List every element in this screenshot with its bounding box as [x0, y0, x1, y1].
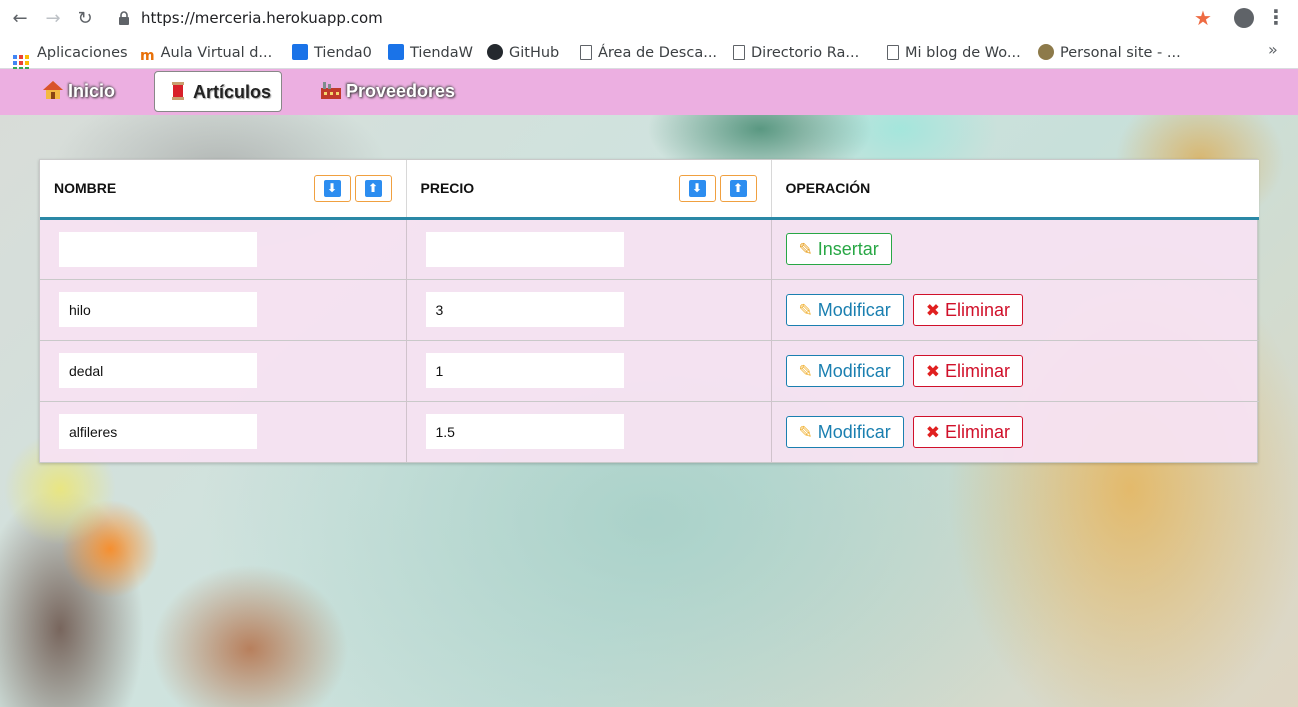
house-icon — [43, 81, 63, 99]
nombre-input[interactable] — [59, 414, 257, 450]
bookmarks-overflow-button[interactable]: » — [1268, 40, 1278, 59]
account-avatar-icon[interactable] — [1234, 8, 1254, 28]
bookmarks-bar: Aplicaciones m Aula Virtual d... Tienda0 … — [0, 37, 1298, 71]
app-navbar: Inicio Artículos Proveedores — [0, 69, 1298, 115]
store-icon — [388, 44, 404, 60]
bookmark-mi-blog[interactable]: Mi blog de Wo... — [887, 42, 1021, 64]
bookmark-aula-virtual[interactable]: m Aula Virtual d... — [140, 42, 272, 64]
lock-icon — [119, 11, 129, 25]
bookmark-area-descargas[interactable]: Área de Desca... — [580, 42, 717, 64]
sort-precio-desc-button[interactable]: ⬇ — [678, 175, 716, 202]
nombre-input[interactable] — [59, 353, 257, 388]
table-row: ✎Modificar✖Eliminar — [40, 340, 1259, 401]
nav-label: Proveedores — [346, 81, 456, 101]
pencil-icon: ✎ — [798, 240, 813, 260]
header-operacion: OPERACIÓN — [771, 160, 1259, 218]
delete-button[interactable]: ✖ Eliminar — [912, 354, 1024, 387]
button-label: Eliminar — [945, 299, 1011, 320]
factory-icon — [321, 82, 341, 99]
delete-button[interactable]: ✖ Eliminar — [912, 293, 1024, 326]
memo-icon: ✎ — [798, 422, 813, 443]
github-icon — [487, 44, 503, 60]
bookmark-label: Tienda0 — [314, 45, 372, 61]
address-bar-row: ← → ↻ https://merceria.herokuapp.com ★ ⋮ — [0, 0, 1298, 37]
precio-input[interactable] — [425, 292, 624, 327]
bookmark-aplicaciones[interactable]: Aplicaciones — [13, 42, 128, 71]
sort-controls: ⬇ ⬆ — [678, 175, 757, 202]
bookmark-label: GitHub — [509, 45, 560, 61]
memo-icon: ✎ — [798, 361, 813, 382]
table-header-row: NOMBRE ⬇ ⬆ PRECIO ⬇ ⬆ OPERACIÓN — [40, 160, 1259, 218]
header-nombre: NOMBRE ⬇ ⬆ — [40, 160, 407, 218]
bookmark-label: Aplicaciones — [37, 45, 128, 61]
arrow-down-icon: ⬇ — [688, 180, 706, 197]
header-label: PRECIO — [420, 180, 475, 197]
insert-button[interactable]: ✎ Insertar — [785, 233, 892, 265]
bookmark-label: Directorio Ra... — [751, 45, 860, 61]
nav-label: Inicio — [68, 81, 116, 101]
thread-spool-icon — [172, 82, 184, 100]
site-icon — [1038, 44, 1054, 60]
new-nombre-input[interactable] — [59, 231, 257, 267]
header-label: OPERACIÓN — [785, 180, 871, 197]
table-row-new: ✎ Insertar — [40, 218, 1259, 279]
nav-articulos[interactable]: Artículos — [154, 71, 282, 112]
table-row: ✎Modificar✖Eliminar — [40, 401, 1259, 462]
bookmark-github[interactable]: GitHub — [487, 42, 559, 64]
bookmark-tienda0[interactable]: Tienda0 — [292, 42, 372, 64]
bookmark-star-icon[interactable]: ★ — [1194, 6, 1212, 30]
button-label: Eliminar — [945, 421, 1011, 442]
document-icon — [887, 45, 899, 60]
arrow-down-icon: ⬇ — [323, 180, 341, 197]
sort-controls: ⬇ ⬆ — [313, 175, 392, 202]
forward-arrow-icon[interactable]: → — [41, 7, 65, 31]
modify-button[interactable]: ✎ Modificar — [785, 293, 904, 326]
arrow-up-icon: ⬆ — [364, 180, 382, 197]
store-icon — [292, 44, 308, 60]
table-row: ✎Modificar✖Eliminar — [40, 279, 1259, 340]
header-precio: PRECIO ⬇ ⬆ — [406, 160, 772, 218]
reload-icon[interactable]: ↻ — [73, 7, 97, 31]
sort-nombre-asc-button[interactable]: ⬆ — [354, 175, 392, 202]
cross-mark-icon: ✖ — [925, 300, 941, 321]
delete-button[interactable]: ✖ Eliminar — [912, 415, 1024, 448]
memo-icon: ✎ — [798, 300, 813, 321]
modify-button[interactable]: ✎ Modificar — [785, 415, 904, 448]
nav-inicio[interactable]: Inicio — [30, 71, 127, 112]
arrow-up-icon: ⬆ — [729, 180, 747, 197]
url-field[interactable]: https://merceria.herokuapp.com — [141, 9, 383, 27]
bookmark-label: Aula Virtual d... — [160, 45, 273, 61]
modify-button[interactable]: ✎ Modificar — [785, 354, 904, 387]
button-label: Modificar — [817, 299, 891, 320]
button-label: Eliminar — [945, 360, 1011, 381]
cross-mark-icon: ✖ — [925, 422, 941, 443]
browser-chrome: ← → ↻ https://merceria.herokuapp.com ★ ⋮… — [0, 0, 1298, 71]
new-precio-input[interactable] — [425, 231, 624, 267]
bookmark-label: Personal site - ... — [1060, 45, 1181, 61]
precio-input[interactable] — [425, 353, 624, 388]
bookmark-directorio[interactable]: Directorio Ra... — [733, 42, 859, 64]
back-arrow-icon[interactable]: ← — [8, 7, 32, 31]
nombre-input[interactable] — [59, 292, 257, 327]
bookmark-label: TiendaW — [410, 45, 473, 61]
bookmark-label: Mi blog de Wo... — [905, 45, 1021, 61]
bookmark-label: Área de Desca... — [598, 45, 718, 61]
bookmark-tiendaw[interactable]: TiendaW — [388, 42, 473, 64]
button-label: Modificar — [817, 421, 891, 442]
sort-nombre-desc-button[interactable]: ⬇ — [313, 175, 351, 202]
articles-table: NOMBRE ⬇ ⬆ PRECIO ⬇ ⬆ OPERACIÓN ✎ Insert… — [39, 159, 1259, 463]
sort-precio-asc-button[interactable]: ⬆ — [719, 175, 757, 202]
button-label: Modificar — [817, 360, 891, 381]
document-icon — [580, 45, 592, 60]
button-label: Insertar — [817, 239, 879, 259]
nav-proveedores[interactable]: Proveedores — [308, 71, 467, 112]
header-label: NOMBRE — [54, 180, 117, 197]
bookmark-personal-site[interactable]: Personal site - ... — [1038, 42, 1181, 64]
moodle-icon: m — [140, 48, 155, 64]
precio-input[interactable] — [425, 414, 624, 450]
document-icon — [733, 45, 745, 60]
nav-label: Artículos — [193, 82, 272, 102]
browser-menu-icon[interactable]: ⋮ — [1266, 5, 1286, 29]
cross-mark-icon: ✖ — [925, 361, 941, 382]
